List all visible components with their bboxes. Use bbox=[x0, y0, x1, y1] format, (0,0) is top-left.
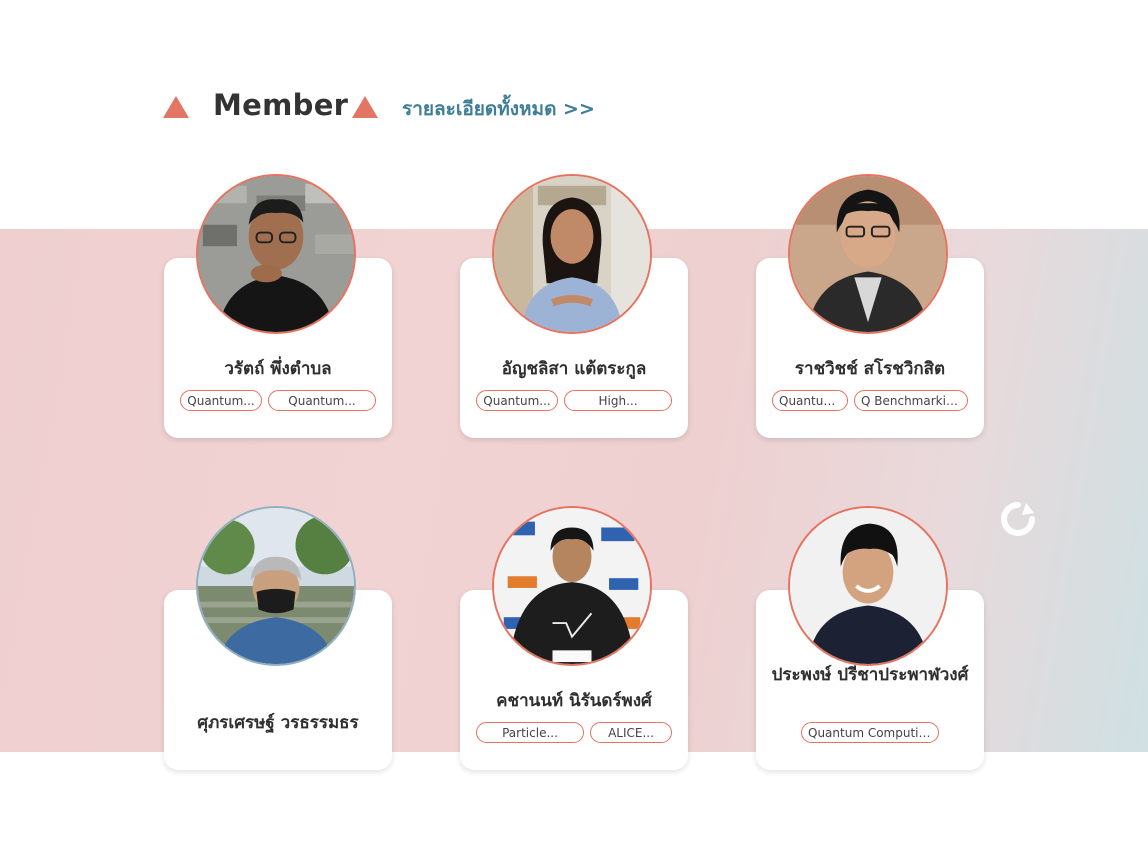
research-tag[interactable]: Particle... bbox=[476, 722, 584, 743]
research-tag[interactable]: High... bbox=[564, 390, 672, 411]
member-name: อัญชลิสา แต้ตระกูล bbox=[501, 359, 647, 379]
member-name: คชานนท์ นิรันดร์พงศ์ bbox=[496, 691, 652, 711]
research-tag[interactable]: Quantum... bbox=[772, 390, 848, 411]
triangle-icon bbox=[163, 96, 189, 118]
research-tag[interactable]: Quantum... bbox=[476, 390, 558, 411]
member-avatar[interactable] bbox=[492, 174, 652, 334]
research-tag[interactable]: ALICE... bbox=[590, 722, 672, 743]
view-all-link[interactable]: รายละเอียดทั้งหมด >> bbox=[402, 94, 595, 124]
member-name: วรัตถ์ พึ่งตำบล bbox=[224, 359, 332, 379]
member-avatar[interactable] bbox=[196, 174, 356, 334]
member-avatar[interactable] bbox=[788, 506, 948, 666]
research-tag[interactable]: Quantum... bbox=[268, 390, 376, 411]
member-avatar[interactable] bbox=[196, 506, 356, 666]
refresh-icon[interactable] bbox=[998, 499, 1038, 539]
member-tags: Quantum... Quantum... bbox=[164, 390, 392, 411]
member-name: ประพงษ์ ปรีชาประพาฬวงศ์ bbox=[771, 665, 969, 685]
triangle-icon bbox=[352, 96, 378, 118]
section-title: Member bbox=[213, 88, 349, 122]
member-avatar[interactable] bbox=[788, 174, 948, 334]
research-tag[interactable]: Quantum Computing bbox=[801, 722, 939, 743]
member-name: ศุภรเศรษฐ์ วรธรรมธร bbox=[197, 713, 359, 733]
member-tags: Quantum... Q Benchmarkin... bbox=[756, 390, 984, 411]
research-tag[interactable]: Quantum... bbox=[180, 390, 262, 411]
member-avatar[interactable] bbox=[492, 506, 652, 666]
member-tags: Quantum... High... bbox=[460, 390, 688, 411]
member-name: ราชวิชช์ สโรชวิกสิต bbox=[794, 359, 946, 379]
member-tags: Quantum Computing bbox=[756, 722, 984, 743]
research-tag[interactable]: Q Benchmarkin... bbox=[854, 390, 968, 411]
member-tags: Particle... ALICE... bbox=[460, 722, 688, 743]
